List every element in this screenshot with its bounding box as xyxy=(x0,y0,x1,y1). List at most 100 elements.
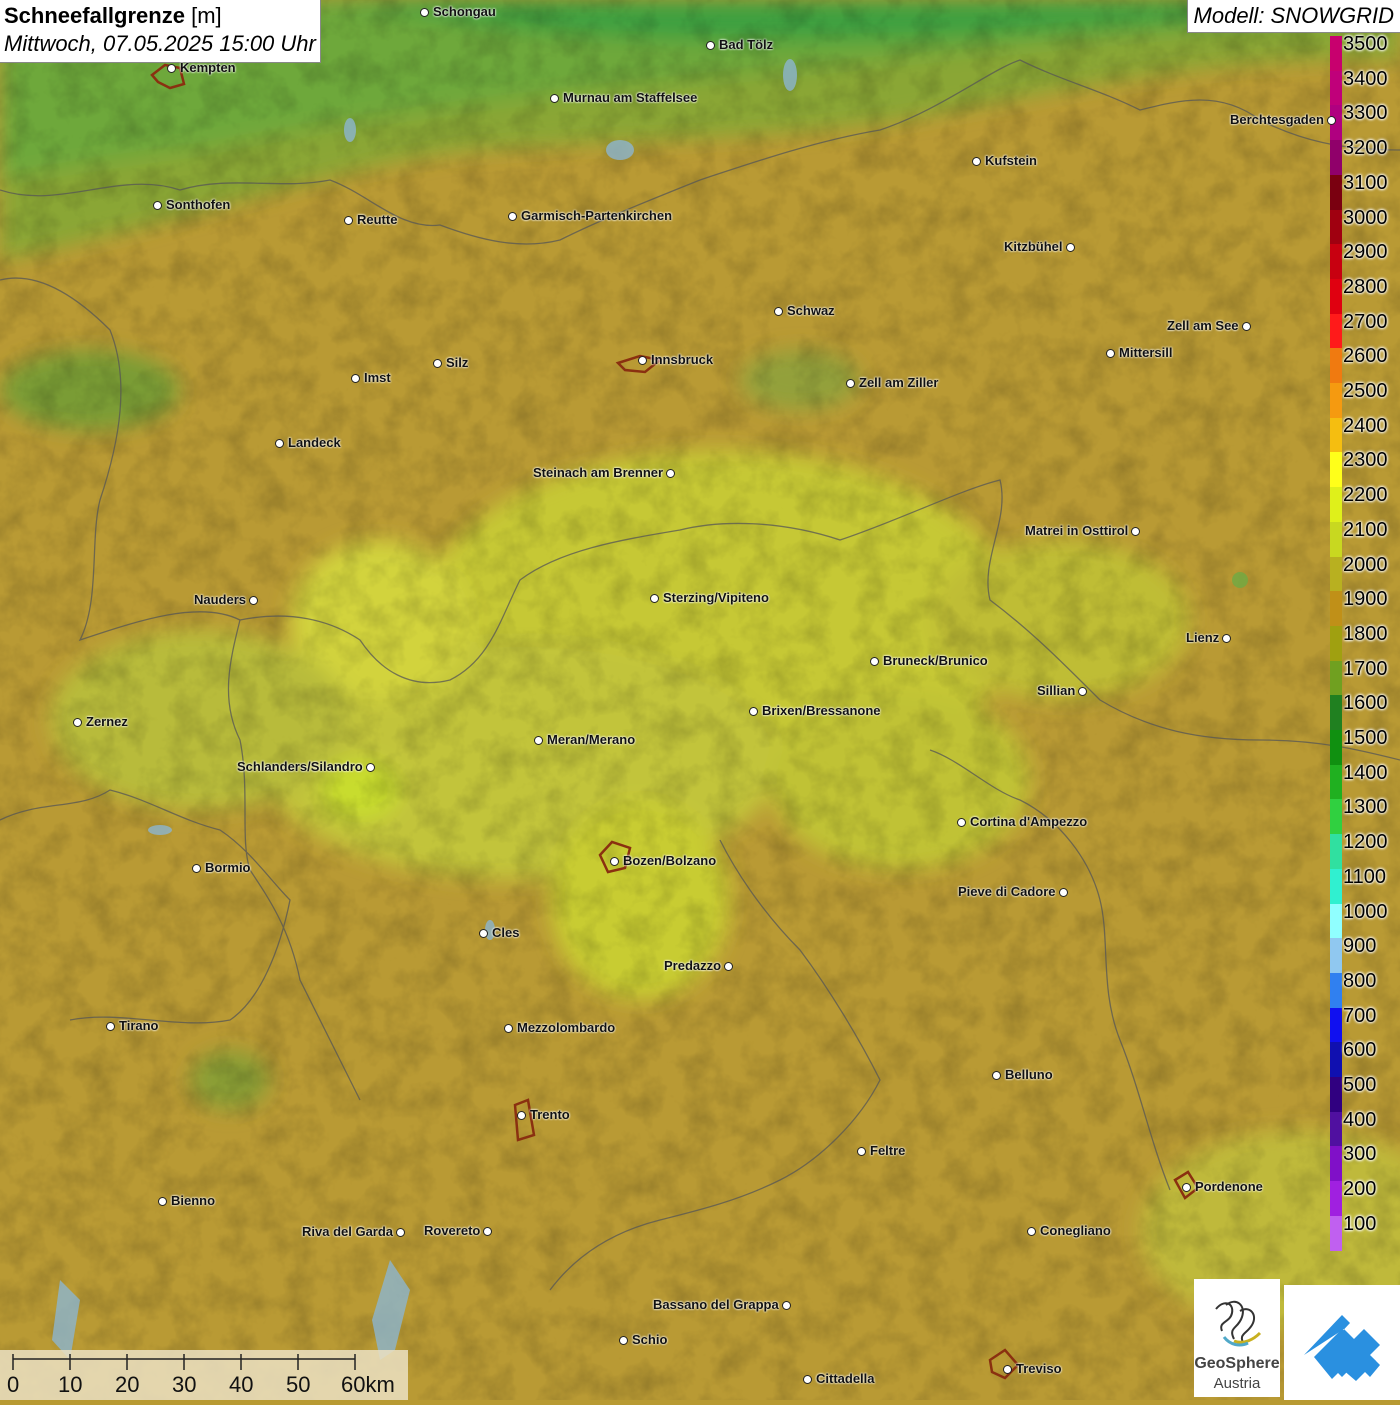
city-marker-silz[interactable] xyxy=(433,359,442,368)
city-label-silz[interactable]: Silz xyxy=(446,355,468,370)
city-marker-schwaz[interactable] xyxy=(774,307,783,316)
city-label-bruneck-brunico[interactable]: Bruneck/Brunico xyxy=(883,653,988,668)
city-label-bienno[interactable]: Bienno xyxy=(171,1193,215,1208)
city-marker-mittersill[interactable] xyxy=(1106,349,1115,358)
city-label-innsbruck[interactable]: Innsbruck xyxy=(651,352,713,367)
partner-logo[interactable] xyxy=(1284,1285,1400,1400)
geosphere-logo[interactable]: GeoSphere Austria xyxy=(1194,1279,1280,1397)
city-label-schwaz[interactable]: Schwaz xyxy=(787,303,835,318)
city-label-steinach-am-brenner[interactable]: Steinach am Brenner xyxy=(533,465,663,480)
city-label-murnau-am-staffelsee[interactable]: Murnau am Staffelsee xyxy=(563,90,697,105)
city-label-predazzo[interactable]: Predazzo xyxy=(664,958,721,973)
city-marker-sonthofen[interactable] xyxy=(153,201,162,210)
city-marker-matrei-in-osttirol[interactable] xyxy=(1131,527,1140,536)
city-label-conegliano[interactable]: Conegliano xyxy=(1040,1223,1111,1238)
city-marker-tirano[interactable] xyxy=(106,1022,115,1031)
city-label-belluno[interactable]: Belluno xyxy=(1005,1067,1053,1082)
city-label-bozen-bolzano[interactable]: Bozen/Bolzano xyxy=(623,853,716,868)
city-marker-bozen-bolzano[interactable] xyxy=(610,857,619,866)
city-marker-kitzb-hel[interactable] xyxy=(1066,243,1075,252)
city-marker-bienno[interactable] xyxy=(158,1197,167,1206)
city-marker-belluno[interactable] xyxy=(992,1071,1001,1080)
city-marker-brixen-bressanone[interactable] xyxy=(749,707,758,716)
city-marker-sillian[interactable] xyxy=(1078,687,1087,696)
city-label-reutte[interactable]: Reutte xyxy=(357,212,397,227)
city-label-sonthofen[interactable]: Sonthofen xyxy=(166,197,230,212)
city-marker-bad-t-lz[interactable] xyxy=(706,41,715,50)
city-marker-bormio[interactable] xyxy=(192,864,201,873)
city-label-brixen-bressanone[interactable]: Brixen/Bressanone xyxy=(762,703,881,718)
city-marker-zell-am-ziller[interactable] xyxy=(846,379,855,388)
city-marker-landeck[interactable] xyxy=(275,439,284,448)
city-marker-schlanders-silandro[interactable] xyxy=(366,763,375,772)
city-label-lienz[interactable]: Lienz xyxy=(1186,630,1219,645)
city-label-schlanders-silandro[interactable]: Schlanders/Silandro xyxy=(237,759,363,774)
city-marker-imst[interactable] xyxy=(351,374,360,383)
city-marker-pieve-di-cadore[interactable] xyxy=(1059,888,1068,897)
city-label-treviso[interactable]: Treviso xyxy=(1016,1361,1062,1376)
city-label-zell-am-ziller[interactable]: Zell am Ziller xyxy=(859,375,938,390)
city-marker-mezzolombardo[interactable] xyxy=(504,1024,513,1033)
city-label-cortina-d-ampezzo[interactable]: Cortina d'Ampezzo xyxy=(970,814,1087,829)
city-marker-cortina-d-ampezzo[interactable] xyxy=(957,818,966,827)
city-label-mittersill[interactable]: Mittersill xyxy=(1119,345,1172,360)
city-marker-cittadella[interactable] xyxy=(803,1375,812,1384)
city-label-sillian[interactable]: Sillian xyxy=(1037,683,1075,698)
city-marker-nauders[interactable] xyxy=(249,596,258,605)
city-marker-reutte[interactable] xyxy=(344,216,353,225)
city-marker-schio[interactable] xyxy=(619,1336,628,1345)
city-label-schongau[interactable]: Schongau xyxy=(433,4,496,19)
city-marker-bassano-del-grappa[interactable] xyxy=(782,1301,791,1310)
city-label-meran-merano[interactable]: Meran/Merano xyxy=(547,732,635,747)
city-label-garmisch-partenkirchen[interactable]: Garmisch-Partenkirchen xyxy=(521,208,672,223)
city-marker-cles[interactable] xyxy=(479,929,488,938)
city-label-cles[interactable]: Cles xyxy=(492,925,519,940)
city-label-feltre[interactable]: Feltre xyxy=(870,1143,905,1158)
city-marker-bruneck-brunico[interactable] xyxy=(870,657,879,666)
city-marker-trento[interactable] xyxy=(517,1111,526,1120)
city-marker-schongau[interactable] xyxy=(420,8,429,17)
city-label-bassano-del-grappa[interactable]: Bassano del Grappa xyxy=(653,1297,779,1312)
city-label-kufstein[interactable]: Kufstein xyxy=(985,153,1037,168)
city-label-bormio[interactable]: Bormio xyxy=(205,860,251,875)
city-marker-kufstein[interactable] xyxy=(972,157,981,166)
city-marker-kempten[interactable] xyxy=(167,64,176,73)
city-marker-lienz[interactable] xyxy=(1222,634,1231,643)
city-marker-garmisch-partenkirchen[interactable] xyxy=(508,212,517,221)
city-label-riva-del-garda[interactable]: Riva del Garda xyxy=(302,1224,393,1239)
city-label-nauders[interactable]: Nauders xyxy=(194,592,246,607)
city-label-matrei-in-osttirol[interactable]: Matrei in Osttirol xyxy=(1025,523,1128,538)
city-label-zell-am-see[interactable]: Zell am See xyxy=(1167,318,1239,333)
city-marker-zernez[interactable] xyxy=(73,718,82,727)
city-label-zernez[interactable]: Zernez xyxy=(86,714,128,729)
city-label-landeck[interactable]: Landeck xyxy=(288,435,341,450)
city-marker-innsbruck[interactable] xyxy=(638,356,647,365)
city-label-cittadella[interactable]: Cittadella xyxy=(816,1371,875,1386)
city-marker-steinach-am-brenner[interactable] xyxy=(666,469,675,478)
city-label-pordenone[interactable]: Pordenone xyxy=(1195,1179,1263,1194)
city-marker-meran-merano[interactable] xyxy=(534,736,543,745)
city-marker-pordenone[interactable] xyxy=(1182,1183,1191,1192)
city-marker-conegliano[interactable] xyxy=(1027,1227,1036,1236)
city-label-kitzb-hel[interactable]: Kitzbühel xyxy=(1004,239,1063,254)
city-label-kempten[interactable]: Kempten xyxy=(180,60,236,75)
city-marker-predazzo[interactable] xyxy=(724,962,733,971)
city-marker-zell-am-see[interactable] xyxy=(1242,322,1251,331)
city-label-sterzing-vipiteno[interactable]: Sterzing/Vipiteno xyxy=(663,590,769,605)
city-marker-rovereto[interactable] xyxy=(483,1227,492,1236)
city-label-berchtesgaden[interactable]: Berchtesgaden xyxy=(1230,112,1324,127)
city-label-pieve-di-cadore[interactable]: Pieve di Cadore xyxy=(958,884,1056,899)
city-marker-berchtesgaden[interactable] xyxy=(1327,116,1336,125)
city-label-imst[interactable]: Imst xyxy=(364,370,391,385)
city-label-schio[interactable]: Schio xyxy=(632,1332,667,1347)
city-label-mezzolombardo[interactable]: Mezzolombardo xyxy=(517,1020,615,1035)
city-marker-feltre[interactable] xyxy=(857,1147,866,1156)
city-marker-riva-del-garda[interactable] xyxy=(396,1228,405,1237)
city-marker-sterzing-vipiteno[interactable] xyxy=(650,594,659,603)
city-label-tirano[interactable]: Tirano xyxy=(119,1018,159,1033)
city-label-bad-t-lz[interactable]: Bad Tölz xyxy=(719,37,773,52)
city-label-trento[interactable]: Trento xyxy=(530,1107,570,1122)
city-label-rovereto[interactable]: Rovereto xyxy=(424,1223,480,1238)
city-marker-treviso[interactable] xyxy=(1003,1365,1012,1374)
city-marker-murnau-am-staffelsee[interactable] xyxy=(550,94,559,103)
